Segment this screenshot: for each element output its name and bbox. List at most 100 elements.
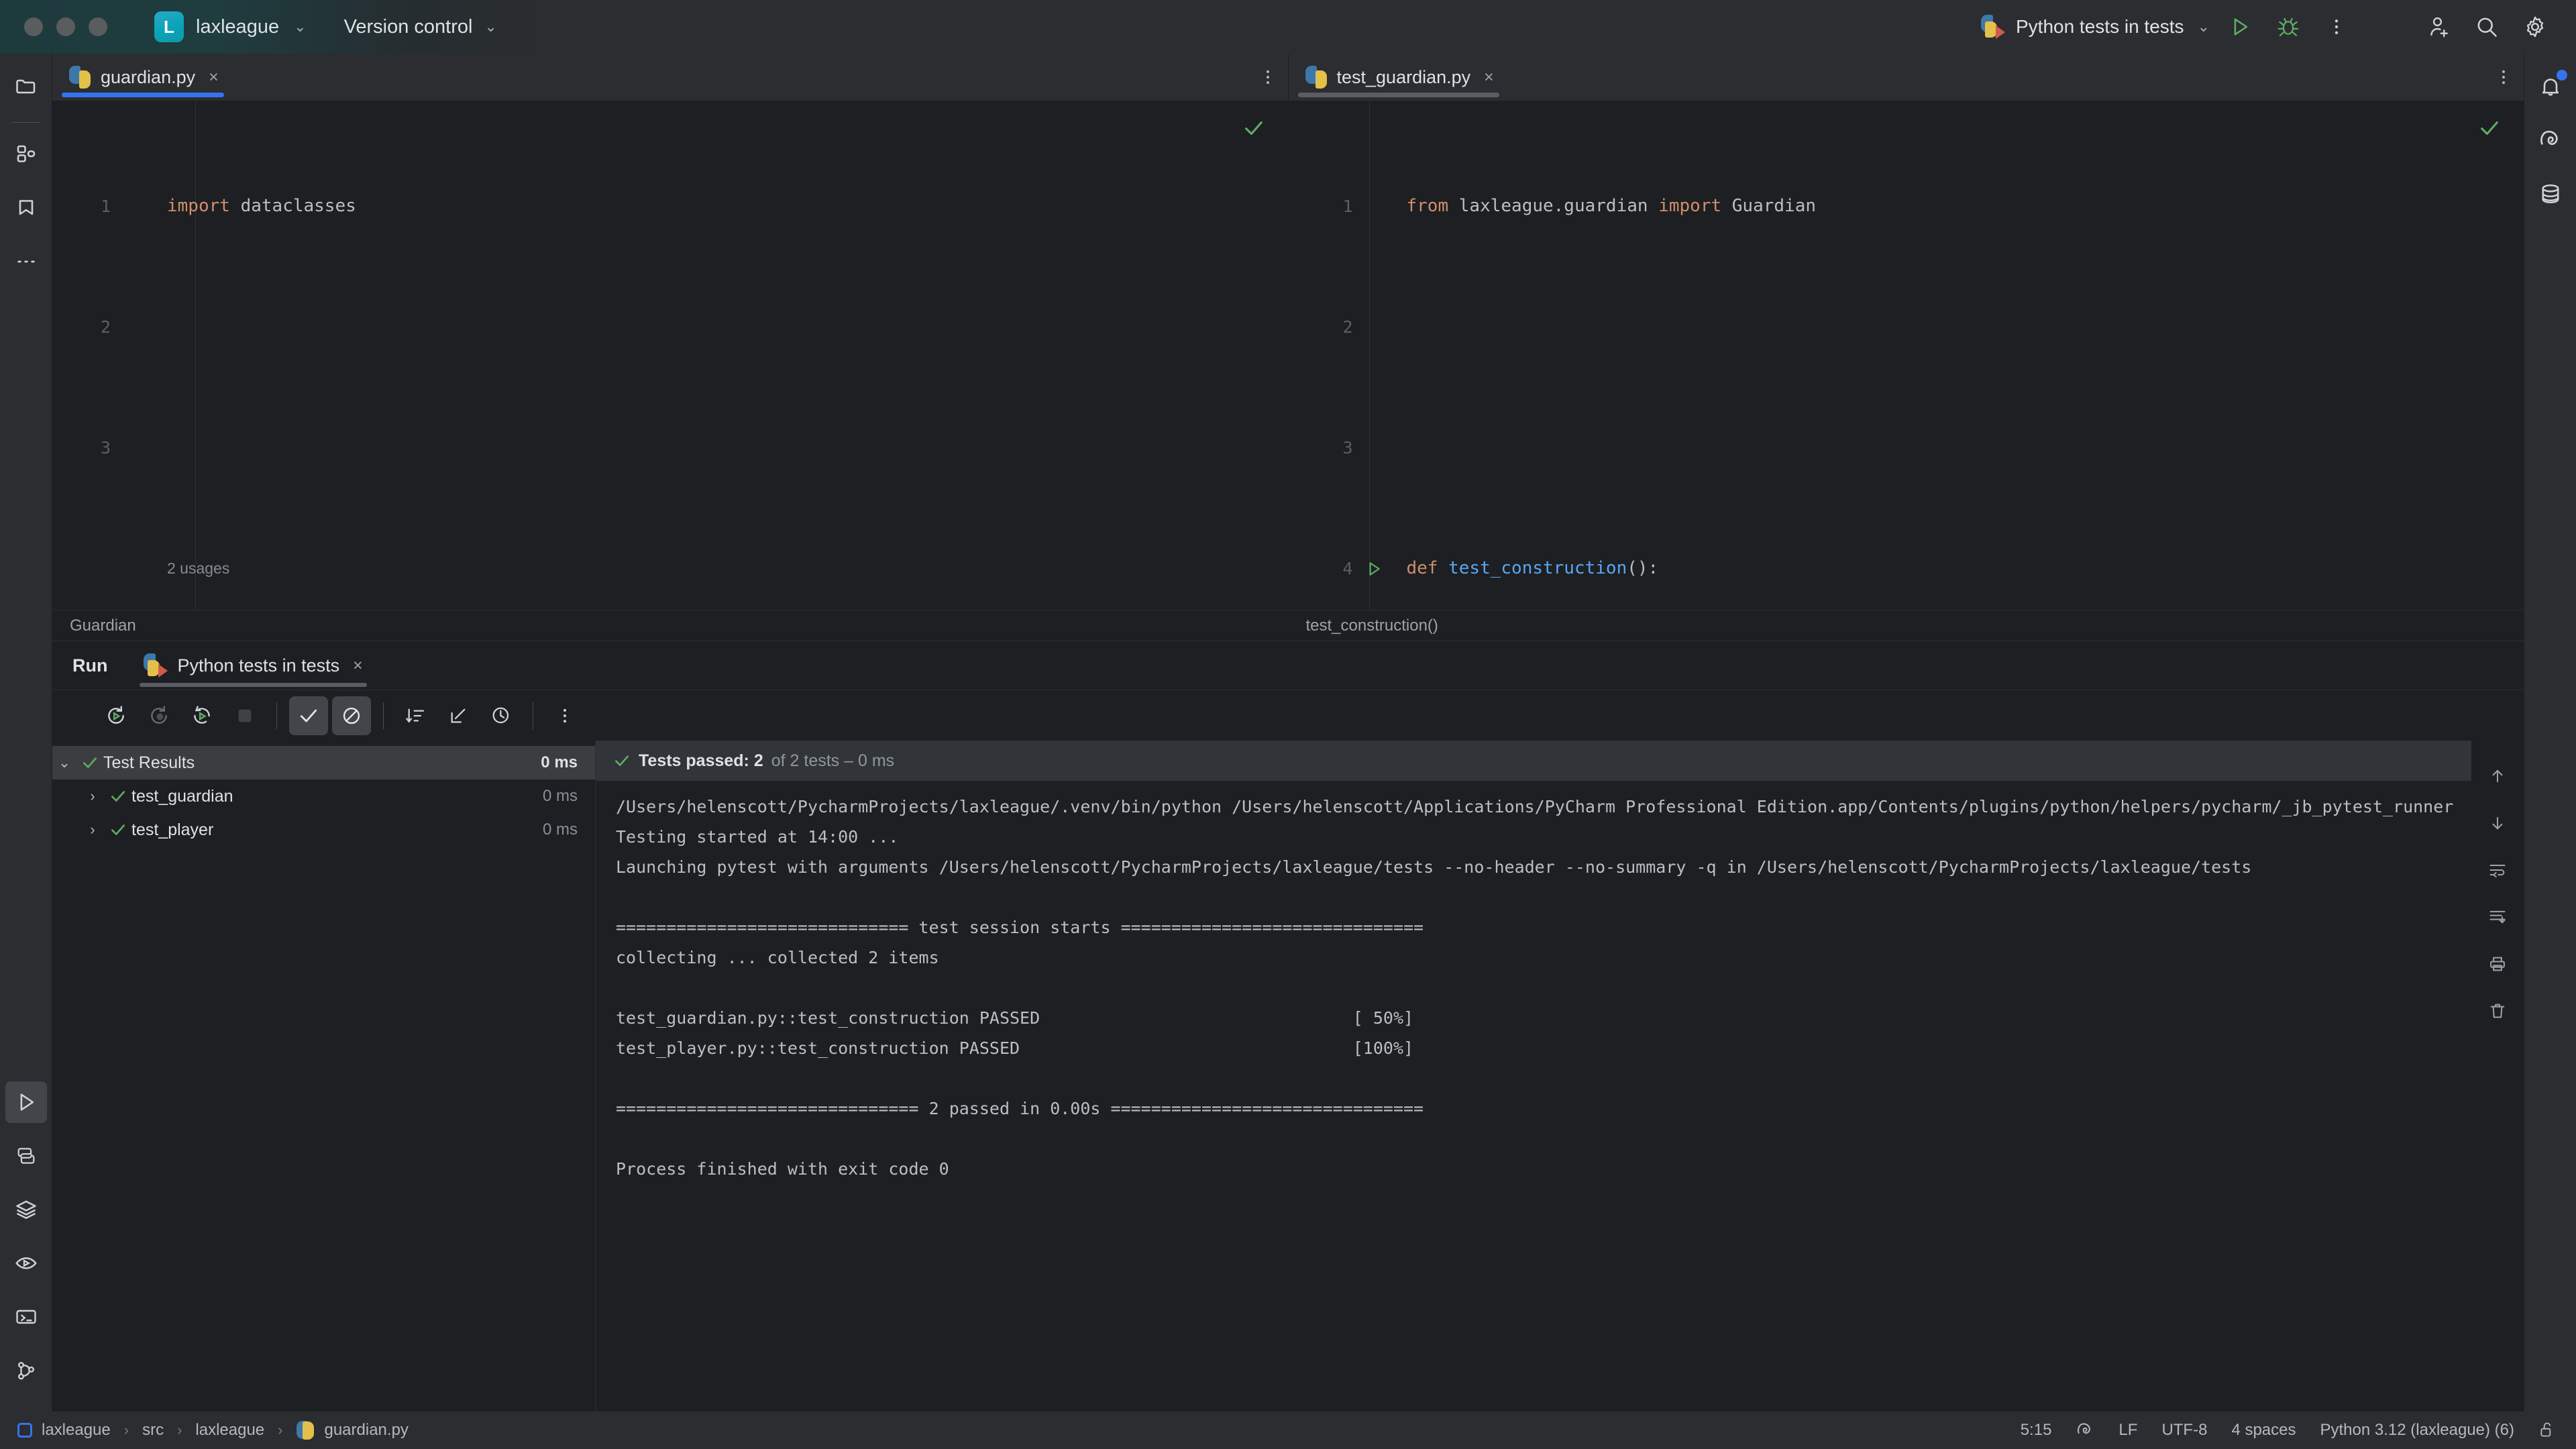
breadcrumb-separator: › — [278, 1421, 282, 1439]
editor-options-button[interactable] — [1248, 54, 1288, 101]
code-line: 2 — [1289, 312, 2524, 342]
caret-position-widget[interactable]: 5:15 — [2021, 1421, 2052, 1440]
breadcrumb[interactable]: laxleague › src › laxleague › guardian.p… — [17, 1421, 409, 1440]
project-badge: L — [154, 11, 184, 42]
sidebar-item-git[interactable] — [5, 1350, 47, 1391]
console-line: /Users/helenscott/PycharmProjects/laxlea… — [616, 792, 2471, 822]
editor-content-right[interactable]: 1 from laxleague.guardian import Guardia… — [1289, 101, 2524, 610]
close-window-button[interactable] — [24, 17, 43, 36]
code-line: 3 — [1289, 433, 2524, 463]
token-text: dataclasses — [230, 196, 356, 216]
sidebar-item-terminal[interactable] — [5, 1296, 47, 1338]
line-content: import dataclasses — [146, 191, 356, 221]
chevron-right-icon[interactable]: › — [80, 821, 105, 839]
unlock-icon[interactable] — [2538, 1421, 2556, 1440]
indent-widget[interactable]: 4 spaces — [2231, 1421, 2296, 1440]
sidebar-item-more[interactable] — [5, 241, 47, 282]
breadcrumb-item-package[interactable]: laxleague — [195, 1421, 264, 1440]
sidebar-item-debug[interactable] — [5, 1242, 47, 1284]
chevron-down-icon[interactable]: ⌄ — [52, 754, 76, 771]
sidebar-item-database[interactable] — [2530, 173, 2571, 215]
inspection-ok-icon[interactable] — [2478, 117, 2501, 140]
add-user-button[interactable] — [2418, 6, 2459, 48]
sidebar-item-services[interactable] — [5, 1189, 47, 1230]
sidebar-item-ai-assistant[interactable] — [2530, 119, 2571, 161]
console-output[interactable]: /Users/helenscott/PycharmProjects/laxlea… — [596, 781, 2471, 1411]
sort-by-duration-button[interactable] — [396, 696, 435, 735]
soft-wrap-button[interactable] — [2479, 852, 2516, 888]
window-controls[interactable] — [24, 17, 107, 36]
editor-pane-left: guardian.py × — [52, 54, 1289, 641]
breadcrumb-separator: › — [124, 1421, 129, 1439]
line-separator-widget[interactable]: LF — [2118, 1421, 2137, 1440]
test-history-button[interactable] — [482, 696, 521, 735]
table-row[interactable]: › test_player 0 ms — [52, 813, 595, 847]
token-keyword: def — [1407, 558, 1438, 578]
sidebar-item-run[interactable] — [5, 1081, 47, 1123]
minimize-window-button[interactable] — [56, 17, 75, 36]
chevron-down-icon: ⌄ — [2198, 19, 2210, 34]
token-keyword: import — [167, 196, 230, 216]
scroll-to-end-button[interactable] — [2479, 899, 2516, 935]
chevron-right-icon[interactable]: › — [80, 788, 105, 805]
search-button[interactable] — [2466, 6, 2508, 48]
settings-button[interactable] — [2514, 6, 2556, 48]
editor-options-button[interactable] — [2483, 54, 2524, 101]
sidebar-item-project[interactable] — [5, 66, 47, 107]
breadcrumb-text: test_construction() — [1306, 616, 1438, 635]
ai-assistant-icon[interactable] — [2076, 1421, 2094, 1440]
title-bar: L laxleague ⌄ Version control ⌄ Python t… — [0, 0, 2576, 54]
inlay-hint-row[interactable]: 2 usages — [52, 553, 1288, 584]
sidebar-item-notifications[interactable] — [2530, 66, 2571, 107]
clear-all-button[interactable] — [2479, 993, 2516, 1029]
expand-collapse-button[interactable] — [439, 696, 478, 735]
project-name: laxleague — [196, 16, 279, 38]
editor-breadcrumb-left[interactable]: Guardian — [52, 610, 1288, 641]
encoding-widget[interactable]: UTF-8 — [2161, 1421, 2207, 1440]
show-passed-tests-button[interactable] — [289, 696, 328, 735]
usages-inlay-hint[interactable]: 2 usages — [146, 553, 229, 584]
rerun-button[interactable] — [97, 696, 136, 735]
breadcrumb-item-file[interactable]: guardian.py — [324, 1421, 408, 1440]
version-control-widget[interactable]: Version control ⌄ — [344, 16, 497, 38]
token-keyword: from — [1407, 196, 1449, 216]
tab-test-guardian-py[interactable]: test_guardian.py × — [1289, 54, 1509, 101]
sidebar-item-commit[interactable] — [5, 133, 47, 175]
test-node-duration: 0 ms — [543, 787, 578, 806]
run-tab-python-tests[interactable]: Python tests in tests × — [133, 641, 373, 690]
debug-button[interactable] — [2267, 6, 2309, 48]
stop-button[interactable] — [225, 696, 264, 735]
print-button[interactable] — [2479, 946, 2516, 982]
more-options-button[interactable] — [2316, 6, 2357, 48]
tests-passed-label: Tests passed: 2 — [639, 751, 763, 771]
breadcrumb-item-project[interactable]: laxleague — [42, 1421, 111, 1440]
breadcrumb-item-src[interactable]: src — [142, 1421, 164, 1440]
test-results-tree[interactable]: ⌄ Test Results 0 ms › te — [52, 741, 596, 1411]
more-options-button[interactable] — [545, 696, 584, 735]
inspection-ok-icon[interactable] — [1242, 117, 1265, 140]
project-selector[interactable]: L laxleague ⌄ — [148, 7, 313, 46]
sidebar-item-python-console[interactable] — [5, 1135, 47, 1177]
sidebar-item-bookmarks[interactable] — [5, 187, 47, 229]
toggle-auto-test-button[interactable] — [182, 696, 221, 735]
run-configuration-selector[interactable]: Python tests in tests ⌄ — [1972, 9, 2219, 44]
editor-breadcrumb-right[interactable]: test_construction() — [1289, 610, 2524, 641]
scroll-up-button[interactable] — [2479, 758, 2516, 794]
tab-guardian-py[interactable]: guardian.py × — [52, 54, 233, 101]
run-test-gutter-icon[interactable] — [1362, 560, 1385, 578]
hide-ignored-tests-button[interactable] — [332, 696, 371, 735]
rerun-failed-tests-button[interactable] — [140, 696, 178, 735]
close-icon[interactable]: × — [353, 656, 363, 676]
scroll-down-button[interactable] — [2479, 805, 2516, 841]
run-button[interactable] — [2219, 6, 2261, 48]
close-icon[interactable]: × — [209, 68, 219, 87]
maximize-window-button[interactable] — [89, 17, 107, 36]
close-icon[interactable]: × — [1484, 68, 1494, 87]
breadcrumb-text: Guardian — [70, 616, 136, 635]
console-line: collecting ... collected 2 items — [616, 943, 2471, 973]
console-line — [616, 1124, 2471, 1154]
table-row[interactable]: › test_guardian 0 ms — [52, 780, 595, 813]
interpreter-widget[interactable]: Python 3.12 (laxleague) (6) — [2320, 1421, 2515, 1440]
table-row[interactable]: ⌄ Test Results 0 ms — [52, 746, 595, 780]
editor-content-left[interactable]: 1 import dataclasses 2 3 — [52, 101, 1288, 610]
